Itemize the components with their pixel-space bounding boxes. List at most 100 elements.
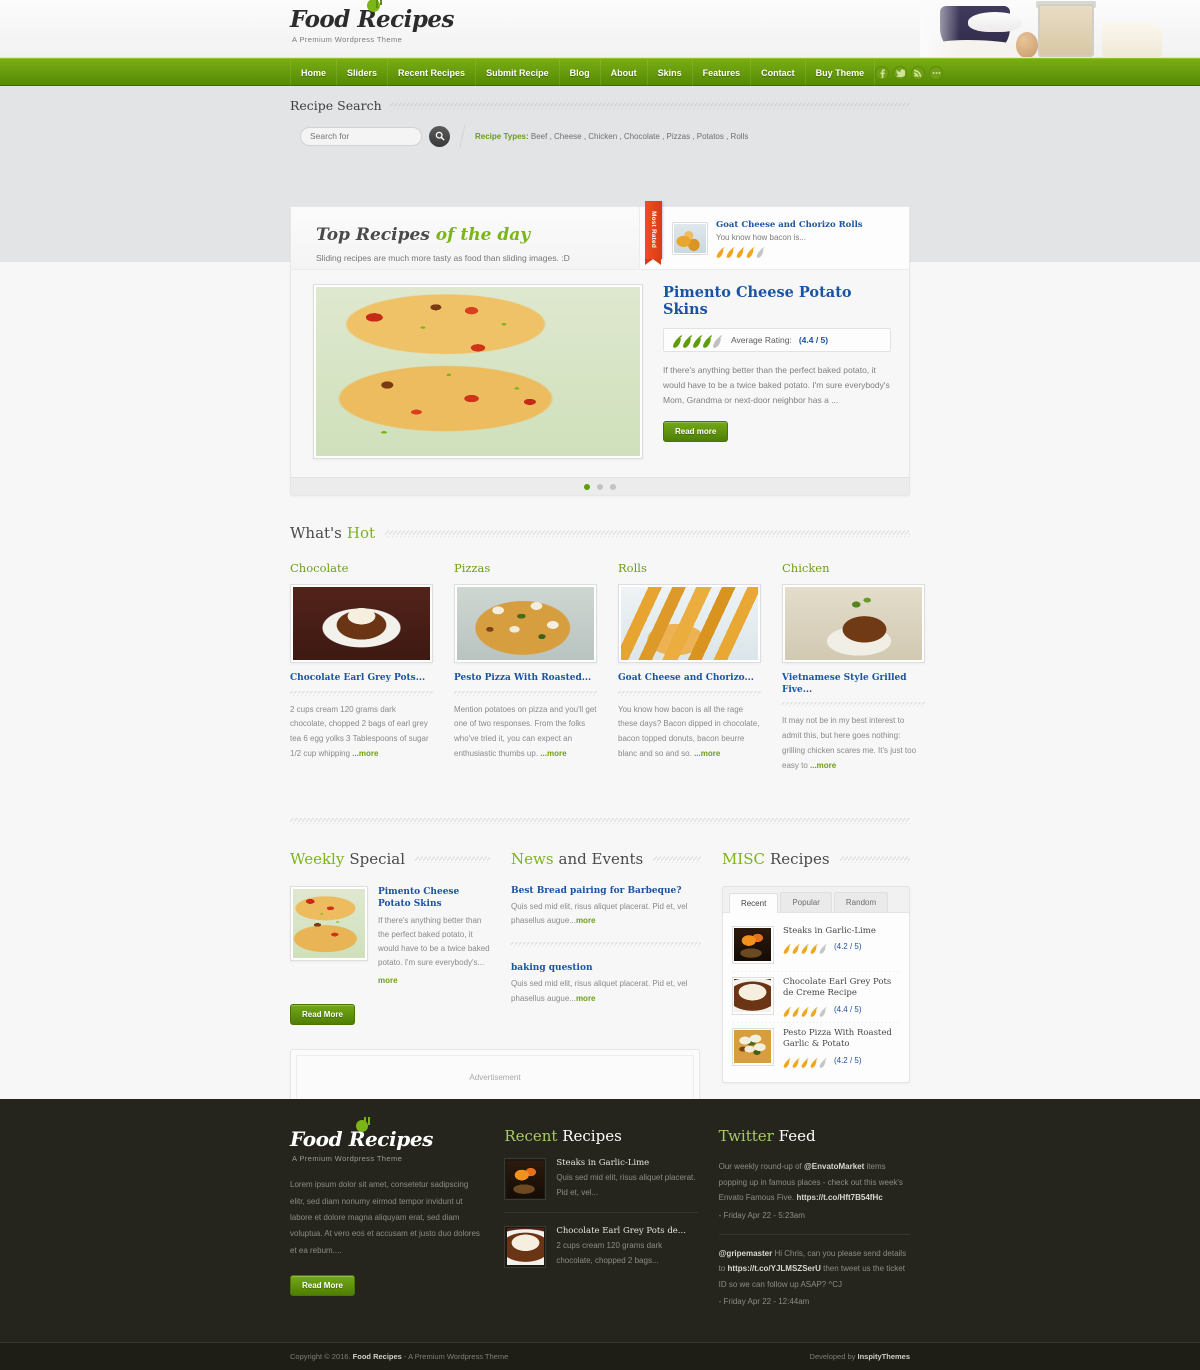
site-logo[interactable]: Food Recipes A Premium Wordpress Theme [290,0,455,44]
footer-twitter-heading: Twitter Feed [719,1127,910,1145]
slider-title-dark: Top Recipes [316,225,430,245]
tweet-handle[interactable]: @EnvatoMarket [804,1162,864,1171]
tweet-link[interactable]: https://t.co/YJLMSZSerU [728,1264,821,1273]
more-link[interactable]: ...more [352,749,378,758]
misc-item-title[interactable]: Chocolate Earl Grey Pots de Creme Recipe [783,977,900,1001]
hot-card-thumbnail[interactable] [618,584,761,663]
more-link[interactable]: more [378,976,398,985]
egg-shape [1016,32,1038,57]
misc-item-title[interactable]: Pesto Pizza With Roasted Garlic & Potato [783,1028,900,1052]
nav-item-skins[interactable]: Skins [648,59,693,87]
rating-value: (4.4 / 5) [798,335,829,345]
hot-card-category[interactable]: Chicken [782,561,925,575]
footer-item-title[interactable]: Chocolate Earl Grey Pots de... [556,1226,697,1236]
slider-title: Top Recipes of the day [316,225,639,245]
featured-recipe-title[interactable]: Pimento Cheese Potato Skins [663,284,891,318]
nav-item-submit-recipe[interactable]: Submit Recipe [476,59,560,87]
tweet-link[interactable]: https://t.co/Hft7B54fHc [796,1193,882,1202]
most-rated-card[interactable]: Most Rated Goat Cheese and Chorizo Rolls… [639,201,909,269]
news-item-title[interactable]: Best Bread pairing for Barbeque? [511,886,701,896]
footer-recent-title-white: Recipes [562,1127,622,1146]
pesto-pizza-photo [734,1030,772,1064]
heading-rule [389,102,910,109]
hot-card-thumbnail[interactable] [782,584,925,663]
weekly-read-more-button[interactable]: Read More [290,1003,355,1025]
more-link[interactable]: more [576,916,596,925]
misc-item-title[interactable]: Steaks in Garlic-Lime [783,926,876,938]
oat-jar-shape [1038,4,1094,57]
nav-item-recent-recipes[interactable]: Recent Recipes [388,59,477,87]
nav-item-contact[interactable]: Contact [751,59,806,87]
misc-item-thumbnail[interactable] [731,1027,774,1066]
tab-recent[interactable]: Recent [728,892,779,913]
tab-popular[interactable]: Popular [780,891,832,912]
chili-filled-icon [801,941,809,955]
chili-filled-icon [726,245,735,258]
hot-card-title[interactable]: Goat Cheese and Chorizo... [618,673,761,685]
rss-icon[interactable] [911,66,926,80]
rating-value: (4.2 / 5) [833,941,862,951]
hot-card-title[interactable]: Chocolate Earl Grey Pots... [290,673,433,685]
footer-item-title[interactable]: Steaks in Garlic-Lime [556,1158,697,1168]
read-more-button[interactable]: Read more [663,420,729,442]
copyright-bar: Copyright © 2016. Food Recipes - A Premi… [0,1342,1200,1370]
tweet-handle[interactable]: @gripemaster [719,1249,773,1258]
news-item: Best Bread pairing for Barbeque? Quis se… [511,886,701,930]
most-rated-title[interactable]: Goat Cheese and Chorizo Rolls [716,220,863,230]
chili-filled-icon [746,245,755,258]
nav-item-home[interactable]: Home [290,59,338,87]
rating-label: Average Rating: [731,335,792,345]
steaks-garlic-lime-photo [734,928,772,962]
pesto-pizza-photo [457,587,594,660]
tweet-pre-text: Our weekly round-up of [718,1162,804,1172]
nav-item-buy-theme[interactable]: Buy Theme [806,59,876,87]
news-item-title[interactable]: baking question [511,963,701,973]
hot-card-thumbnail[interactable] [454,584,597,663]
twitter-icon[interactable] [893,66,908,80]
hot-card-category[interactable]: Chocolate [290,561,433,575]
search-input[interactable] [300,126,422,146]
nav-item-features[interactable]: Features [693,59,752,87]
footer-read-more-button[interactable]: Read More [290,1275,355,1297]
footer-logo[interactable]: Food Recipes [290,1117,483,1151]
misc-item-thumbnail[interactable] [731,925,774,964]
hot-card-category[interactable]: Rolls [618,561,761,575]
hot-card-title[interactable]: Pesto Pizza With Roasted... [454,673,597,685]
nav-item-about[interactable]: About [601,59,648,87]
misc-item-rating: (4.4 / 5) [783,1004,900,1018]
slider-dot-2[interactable] [597,483,603,490]
hot-card-category[interactable]: Pizzas [454,561,597,575]
chili-filled-icon [792,1004,800,1018]
chili-empty-icon [756,245,765,258]
recipe-types-list[interactable]: Beef , Cheese , Chicken , Chocolate , Pi… [531,132,748,141]
weekly-special-thumbnail[interactable] [290,885,368,961]
hot-card-title[interactable]: Vietnamese Style Grilled Five... [782,673,925,696]
hot-card-thumbnail[interactable] [290,584,433,663]
nav-item-blog[interactable]: Blog [560,59,601,87]
chili-empty-icon [819,1055,827,1069]
misc-list: Steaks in Garlic-Lime (4.2 / 5) Chocolat… [723,913,909,1082]
nav-item-sliders[interactable]: Sliders [337,59,389,87]
slider-subtitle: Sliding recipes are much more tasty as f… [316,253,570,263]
search-submit-button[interactable] [429,125,450,147]
more-link[interactable]: ...more [540,749,566,758]
footer-columns: Food Recipes A Premium Wordpress Theme L… [290,1117,910,1342]
slider-dot-1[interactable] [584,483,590,490]
developer-name[interactable]: InspityThemes [857,1352,910,1361]
hot-card: Chicken Vietnamese Style Grilled Five...… [782,561,925,774]
footer-item-thumbnail[interactable] [504,1158,547,1201]
footer-item-thumbnail[interactable] [504,1225,547,1268]
more-dots-icon[interactable] [929,66,944,80]
recipe-search-section: Recipe Search Recipe Types: Beef , Chees… [0,86,1200,206]
misc-item-thumbnail[interactable] [731,976,774,1015]
featured-recipe-thumbnail[interactable] [313,284,643,459]
more-link[interactable]: ...more [810,761,836,770]
more-link[interactable]: ...more [694,749,720,758]
most-rated-thumbnail[interactable] [672,221,708,255]
more-link[interactable]: more [576,994,596,1003]
facebook-icon[interactable] [875,66,890,80]
news-title-dark: and Events [558,849,644,868]
weekly-special-title[interactable]: Pimento Cheese Potato Skins [378,886,490,911]
slider-dot-3[interactable] [610,483,616,490]
tab-random[interactable]: Random [833,891,889,912]
